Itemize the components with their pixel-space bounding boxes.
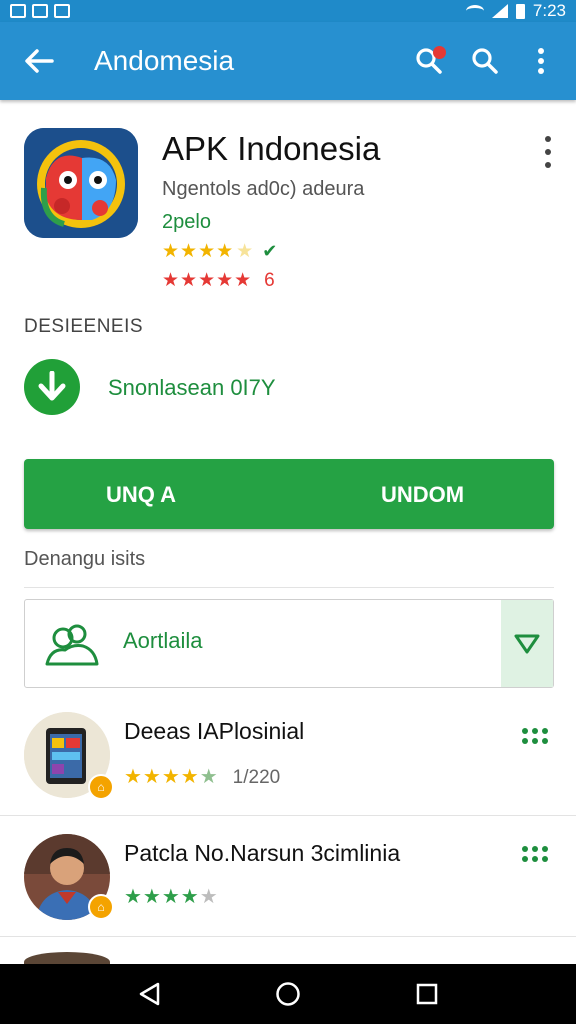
menu-dot	[542, 728, 548, 734]
overflow-menu-button[interactable]	[526, 46, 556, 76]
battery-icon	[515, 3, 525, 19]
circle-home-icon	[276, 982, 300, 1006]
selector-value: Aortlaila	[123, 628, 203, 653]
divider	[0, 815, 576, 816]
update-badge-icon: ⌂	[88, 894, 114, 920]
menu-dot	[532, 846, 538, 852]
developer-name: Ngentols ad0c) adeura	[162, 178, 365, 200]
rating-stars-red: ★★★★★ 6	[162, 269, 276, 292]
star-rating-dim: ★	[236, 241, 255, 262]
install-button-right-label: UNDOM	[381, 482, 465, 507]
list-item-menu-button[interactable]	[522, 846, 548, 864]
back-arrow-icon	[25, 49, 54, 73]
menu-dot	[542, 846, 548, 852]
app-bar-title: Andomesia	[94, 45, 235, 76]
update-badge-icon: ⌂	[88, 774, 114, 800]
list-item[interactable]: ⌂ Deeas IAPlosinial ★★★★★ 1/220	[0, 712, 576, 832]
nav-home-button[interactable]	[268, 974, 308, 1014]
app-more-button[interactable]	[538, 136, 558, 168]
menu-dot	[532, 738, 538, 744]
menu-dot	[522, 738, 528, 744]
notification-icons	[10, 4, 70, 18]
download-status-button[interactable]	[24, 359, 80, 415]
more-dot	[545, 162, 551, 168]
search-icon	[472, 48, 498, 74]
group-icon	[45, 624, 99, 666]
dependencies-label: Denangu isits	[24, 548, 146, 570]
star-rating-dim: ★	[199, 766, 219, 788]
wifi-icon	[465, 5, 484, 17]
notification-search-button[interactable]	[414, 46, 446, 76]
list-item-rating: ★★★★★	[124, 884, 219, 909]
nav-recents-button[interactable]	[407, 974, 447, 1014]
menu-dot	[522, 846, 528, 852]
star-rating: ★★★★	[124, 766, 200, 788]
app-bar: Andomesia	[0, 22, 576, 100]
triangle-back-icon	[140, 982, 160, 1006]
signal-icon	[491, 4, 508, 18]
menu-dot	[532, 728, 538, 734]
list-item-title: Patcla No.Narsun 3cimlinia	[124, 840, 401, 866]
menu-dot	[532, 856, 538, 862]
menu-dot	[522, 856, 528, 862]
menu-dot	[542, 738, 548, 744]
section-label: DESIEENEIS	[24, 316, 144, 337]
app-logo-icon	[24, 128, 138, 238]
square-recents-icon	[416, 983, 437, 1005]
clock: 7:23	[532, 1, 566, 20]
more-vert-icon	[538, 48, 544, 74]
star-rating-red: ★★★★★	[162, 270, 253, 291]
search-button[interactable]	[470, 46, 500, 76]
menu-dot	[542, 856, 548, 862]
system-nav-bar	[0, 964, 576, 1024]
status-bar: 7:23	[0, 0, 576, 22]
rating-stars-yellow: ★★★★ ★ ✔	[162, 240, 278, 263]
divider	[0, 936, 576, 937]
list-item-title: Deeas IAPlosinial	[124, 718, 305, 744]
install-button-left-label: UNQ A	[106, 482, 177, 507]
star-rating: ★★★★	[124, 886, 200, 908]
app-name: APK Indonesia	[162, 130, 381, 167]
menu-dot	[522, 728, 528, 734]
list-item-rating: ★★★★★ 1/220	[124, 764, 280, 789]
notification-icon	[54, 4, 70, 18]
nav-back-button[interactable]	[129, 974, 169, 1014]
divider	[24, 587, 554, 588]
dropdown-toggle[interactable]	[501, 600, 553, 687]
app-size: 2pelo	[162, 211, 211, 233]
download-arrow-icon	[38, 371, 66, 401]
notification-icon	[32, 4, 48, 18]
notification-dot	[433, 46, 446, 59]
system-icons: 7:23	[465, 1, 566, 21]
notification-icon	[10, 4, 26, 18]
star-rating: ★★★★	[162, 241, 235, 262]
app-icon	[24, 128, 138, 238]
download-status-text: Snonlasean 0I7Y	[108, 375, 276, 400]
list-item-menu-button[interactable]	[522, 728, 548, 746]
install-button[interactable]: UNQ A UNDOM	[24, 459, 554, 529]
chevron-down-icon	[514, 634, 540, 653]
dependency-selector[interactable]: Aortlaila	[24, 599, 554, 688]
star-rating-dim: ★	[199, 886, 219, 908]
more-dot	[545, 136, 551, 142]
app-screen: 7:23 Andomesia APK Indonesia Ngentols ad…	[0, 0, 576, 1024]
rating-count: 6	[264, 269, 276, 291]
rating-count: 1/220	[232, 767, 281, 788]
back-button[interactable]	[0, 22, 78, 100]
verified-check-icon: ✔	[262, 241, 279, 261]
more-dot	[545, 149, 551, 155]
